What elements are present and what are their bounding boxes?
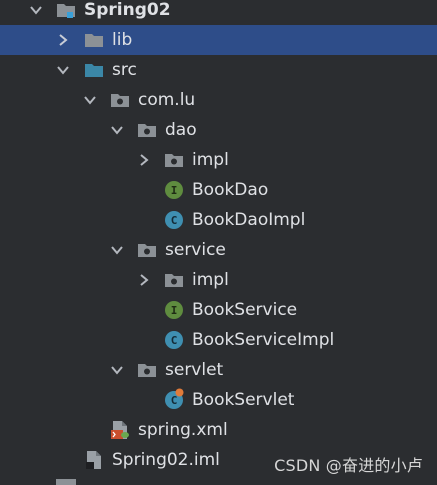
package-icon — [137, 240, 157, 260]
package-icon — [110, 90, 130, 110]
tree-row-bookdaoimpl[interactable]: C BookDaoImpl — [0, 205, 437, 235]
chevron-right-icon[interactable] — [54, 31, 72, 49]
package-icon — [137, 360, 157, 380]
tree-row-service[interactable]: service — [0, 235, 437, 265]
tree-row-package-com-lu[interactable]: com.lu — [0, 85, 437, 115]
tree-row-bookserviceimpl[interactable]: C BookServiceImpl — [0, 325, 437, 355]
package-icon — [164, 270, 184, 290]
xml-file-icon — [110, 420, 130, 440]
tree-row-spring-xml[interactable]: spring.xml — [0, 415, 437, 445]
dao-label: dao — [165, 120, 197, 140]
bookservlet-label: BookServlet — [192, 390, 295, 410]
tree-row-dao[interactable]: dao — [0, 115, 437, 145]
project-label: Spring02 — [84, 0, 171, 20]
tree-row-src[interactable]: src — [0, 55, 437, 85]
interface-icon: I — [164, 180, 184, 200]
dao-impl-label: impl — [192, 150, 229, 170]
package-icon — [137, 120, 157, 140]
bookdaoimpl-label: BookDaoImpl — [192, 210, 306, 230]
module-folder-icon — [56, 0, 76, 20]
source-folder-icon — [84, 60, 104, 80]
chevron-right-icon[interactable] — [135, 151, 153, 169]
spring02-iml-label: Spring02.iml — [112, 450, 220, 470]
iml-file-icon — [84, 450, 104, 470]
bookdao-label: BookDao — [192, 180, 269, 200]
tree-row-dao-impl[interactable]: impl — [0, 145, 437, 175]
chevron-down-icon[interactable] — [27, 1, 45, 19]
chevron-right-icon[interactable] — [135, 271, 153, 289]
package-icon — [164, 150, 184, 170]
chevron-down-icon[interactable] — [108, 241, 126, 259]
chevron-down-icon[interactable] — [81, 91, 99, 109]
watermark-text: CSDN @奋进的小卢 — [274, 456, 423, 475]
class-icon: C — [164, 210, 184, 230]
class-icon: C — [164, 388, 184, 410]
servlet-label: servlet — [165, 360, 224, 380]
bookservice-label: BookService — [192, 300, 298, 320]
interface-icon: I — [164, 300, 184, 320]
class-icon: C — [164, 330, 184, 350]
tree-row-bookdao[interactable]: I BookDao — [0, 175, 437, 205]
tree-row-bookservlet[interactable]: C BookServlet — [0, 385, 437, 415]
spring-xml-label: spring.xml — [138, 420, 228, 440]
chevron-down-icon[interactable] — [54, 61, 72, 79]
tree-row-servlet[interactable]: servlet — [0, 355, 437, 385]
tree-row-lib[interactable]: lib — [0, 25, 437, 55]
folder-icon — [84, 30, 104, 50]
tree-row-bookservice[interactable]: I BookService — [0, 295, 437, 325]
chevron-right-icon[interactable] — [30, 479, 44, 485]
lib-label: lib — [112, 30, 133, 50]
tree-row-service-impl[interactable]: impl — [0, 265, 437, 295]
chevron-down-icon[interactable] — [108, 121, 126, 139]
src-label: src — [112, 60, 137, 80]
tree-row-project[interactable]: Spring02 — [0, 0, 437, 25]
bookserviceimpl-label: BookServiceImpl — [192, 330, 335, 350]
chevron-down-icon[interactable] — [108, 361, 126, 379]
package-label: com.lu — [138, 90, 196, 110]
tree-row-external-libraries[interactable] — [0, 477, 437, 485]
service-impl-label: impl — [192, 270, 229, 290]
folder-icon — [56, 479, 76, 485]
service-label: service — [165, 240, 226, 260]
